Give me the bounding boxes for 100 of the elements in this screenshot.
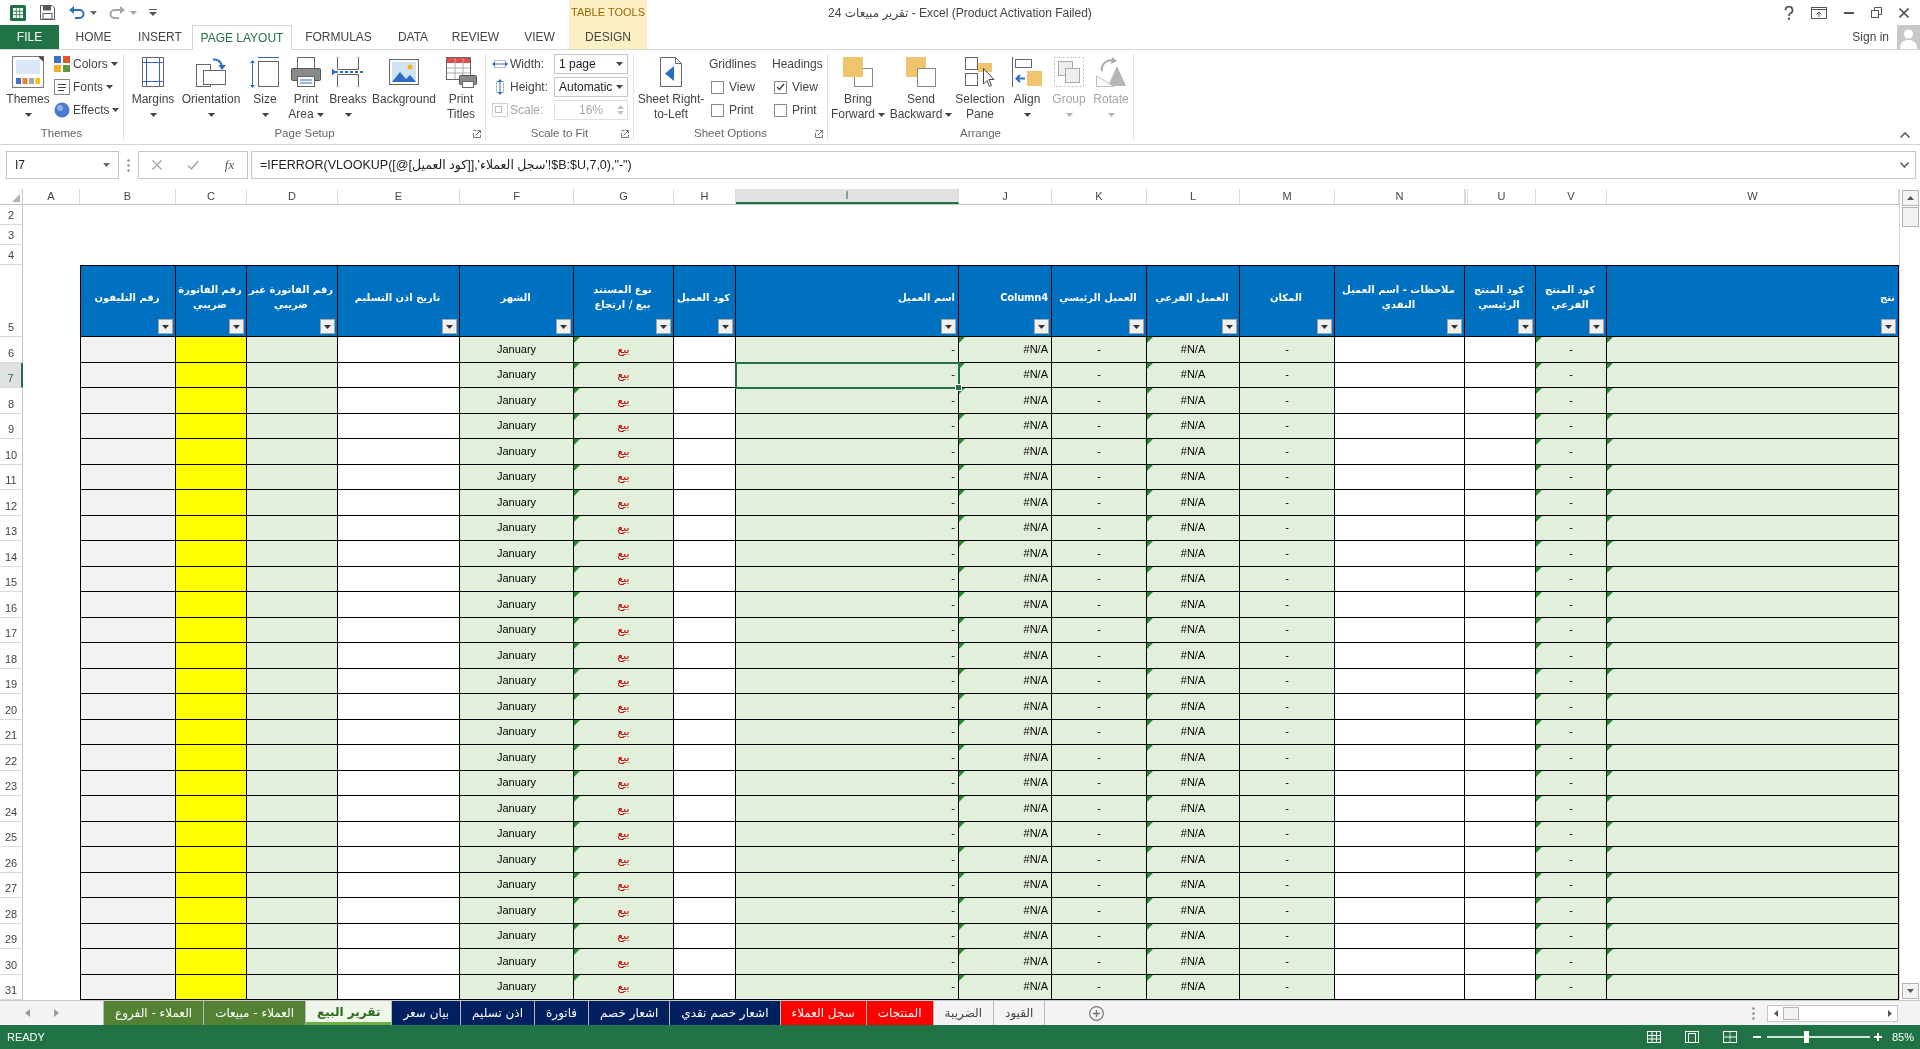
filter-button[interactable] [556,319,571,334]
filter-button[interactable] [656,319,671,334]
filter-button[interactable] [158,319,173,334]
scrollbar-thumb[interactable] [1901,207,1919,227]
margins-button[interactable]: Margins [128,56,178,122]
filter-button[interactable] [1518,319,1533,334]
minimize-button[interactable] [1844,11,1854,14]
print-titles-button[interactable]: Print Titles [438,56,484,122]
filter-button[interactable] [442,319,457,334]
ribbon-tab[interactable]: REVIEW [441,25,510,49]
scroll-up-button[interactable] [1901,190,1919,206]
checkbox[interactable] [774,80,787,94]
row-header[interactable]: 28 [0,898,23,924]
selection-pane-button[interactable]: Selection Pane [955,56,1005,122]
filter-button[interactable] [1589,319,1604,334]
size-button[interactable]: Size [244,56,286,122]
row-header[interactable]: 29 [0,923,23,949]
row-header[interactable]: 17 [0,617,23,643]
themes-button[interactable]: Themes [6,56,50,122]
row-header[interactable]: 31 [0,974,23,1000]
scroll-tabs-right-button[interactable] [54,1009,59,1017]
print-area-button[interactable]: Print Area [286,56,326,122]
sheet-right-to-left-button[interactable]: Sheet Right-to-Left [634,56,708,122]
sheet-tab[interactable]: فاتورة [535,1001,590,1025]
dropdown-field[interactable]: Automatic [554,77,628,97]
row-header[interactable]: 2 [0,205,23,225]
row-header[interactable]: 24 [0,796,23,822]
sheet-tab[interactable]: العملاء - مبيعات [204,1001,306,1025]
sheet-tab[interactable]: اذن تسليم [461,1001,536,1025]
breaks-button[interactable]: Breaks [326,56,370,122]
background-button[interactable]: Background [370,56,438,122]
row-header[interactable]: 16 [0,592,23,618]
row-header[interactable]: 22 [0,745,23,771]
scroll-tabs-left-button[interactable] [25,1009,30,1017]
fonts-button[interactable]: Fonts [54,77,120,97]
dialog-launcher-button[interactable] [473,129,481,138]
row-header[interactable]: 11 [0,464,23,490]
filter-button[interactable] [1034,319,1049,334]
ribbon-display-options-button[interactable] [1811,6,1827,19]
row-header[interactable]: 27 [0,872,23,898]
orientation-button[interactable]: Orientation [178,56,244,122]
ribbon-tab[interactable]: VIEW [510,25,569,49]
sheet-tab[interactable]: تقرير البيع [306,1001,393,1025]
dialog-launcher-button[interactable] [621,129,629,138]
sheet-tab[interactable]: سجل العملاء [780,1001,867,1025]
row-header[interactable]: 9 [0,413,23,439]
row-header[interactable]: 25 [0,821,23,847]
dropdown-field[interactable]: 1 page [554,54,628,74]
collapse-ribbon-button[interactable] [1900,132,1910,138]
ribbon-tab[interactable]: DATA [385,25,441,49]
filter-button[interactable] [1222,319,1237,334]
sheet-tab[interactable]: المنتجات [866,1001,934,1025]
fill-handle-icon[interactable] [955,384,962,391]
save-button[interactable] [40,5,55,20]
row-header[interactable]: 14 [0,541,23,567]
sheet-tab[interactable]: اشعار خصم [589,1001,671,1025]
filter-button[interactable] [1317,319,1332,334]
zoom-in-button[interactable] [1873,1031,1882,1043]
row-header[interactable]: 19 [0,668,23,694]
name-box[interactable]: I7 [6,151,119,179]
row-header[interactable]: 23 [0,770,23,796]
ribbon-tab[interactable]: DESIGN [569,25,647,49]
row-header[interactable]: 13 [0,515,23,541]
row-header[interactable]: 18 [0,643,23,669]
colors-button[interactable]: Colors [54,54,120,74]
help-button[interactable] [1784,5,1794,20]
effects-button[interactable]: Effects [54,100,120,120]
scrollbar-thumb[interactable] [1783,1006,1799,1020]
row-header[interactable]: 30 [0,949,23,975]
sheet-tab[interactable]: العملاء - الفروع [104,1001,205,1025]
row-header[interactable]: 3 [0,225,23,245]
sheet-tab[interactable]: بيان سعر [392,1001,462,1025]
row-header[interactable]: 5 [0,265,23,337]
scroll-down-button[interactable] [1901,983,1919,999]
align-button[interactable]: Align [1005,56,1049,122]
send-backward-button[interactable]: Send Backward [887,56,955,122]
filter-button[interactable] [229,319,244,334]
ribbon-tab[interactable]: INSERT [128,25,192,49]
horizontal-scrollbar[interactable] [1767,1004,1898,1022]
filter-button[interactable] [718,319,733,334]
row-header[interactable]: 6 [0,337,23,363]
filter-button[interactable] [320,319,335,334]
row-header[interactable]: 8 [0,388,23,414]
row-header[interactable]: 21 [0,719,23,745]
insert-function-button[interactable]: fx [224,155,235,175]
row-header[interactable]: 10 [0,439,23,465]
checkbox[interactable] [711,80,724,94]
row-header[interactable]: 20 [0,694,23,720]
close-button[interactable] [1899,7,1909,18]
row-header[interactable]: 4 [0,245,23,265]
undo-button[interactable] [69,6,97,19]
restore-button[interactable] [1871,7,1882,18]
filter-button[interactable] [941,319,956,334]
formula-field[interactable]: =IFERROR(VLOOKUP([@[كود العميل]],'سجل العملاء'!$B:$U,7,0),"-") [251,151,1916,179]
zoom-slider-thumb[interactable] [1804,1031,1810,1043]
checkbox[interactable] [774,103,787,117]
filter-button[interactable] [1129,319,1144,334]
column-header[interactable]: I [736,189,959,204]
row-header[interactable]: 12 [0,490,23,516]
filter-button[interactable] [1881,319,1896,334]
